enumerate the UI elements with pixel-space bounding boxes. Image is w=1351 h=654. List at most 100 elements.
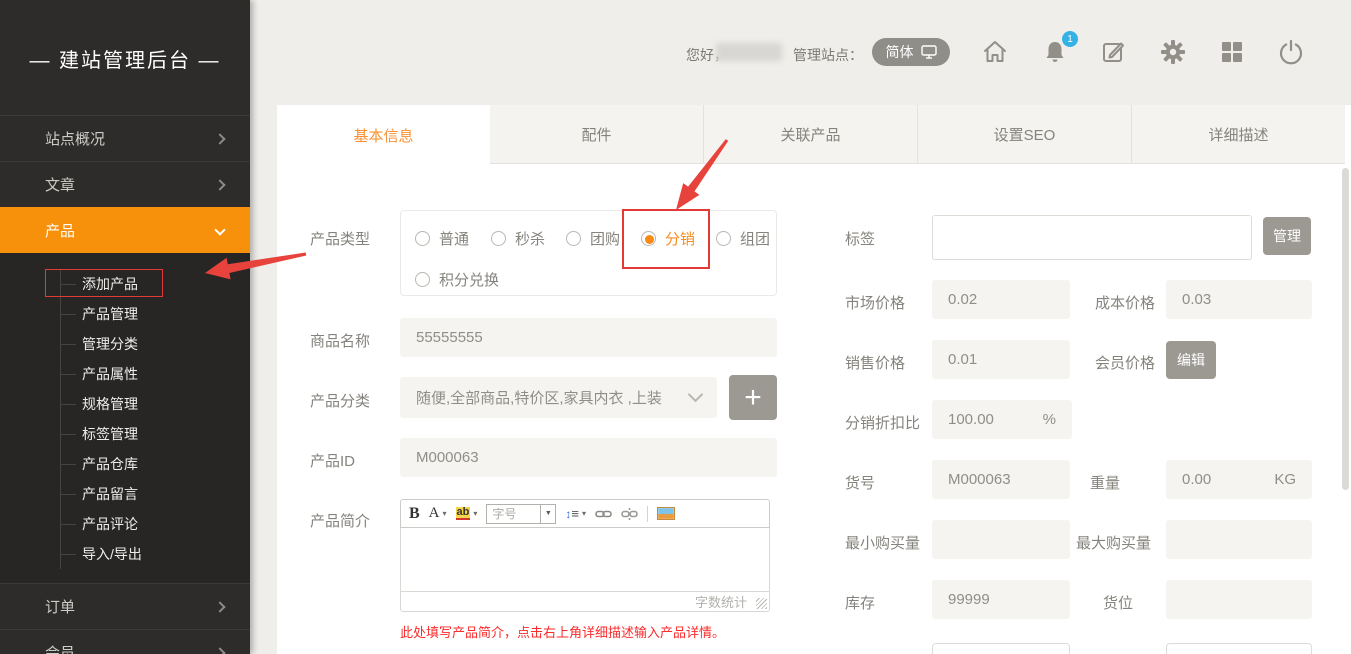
- home-icon[interactable]: [979, 36, 1011, 68]
- submenu-item-product-manage[interactable]: 产品管理: [60, 299, 240, 329]
- caret-down-icon: ▾: [443, 509, 447, 518]
- radio-team-buy[interactable]: 组团: [716, 228, 770, 249]
- market-price-input[interactable]: [932, 280, 1070, 319]
- highlight-glyph: ab: [456, 507, 471, 520]
- language-site-button[interactable]: 简体: [872, 38, 950, 66]
- product-id-label: 产品ID: [310, 450, 355, 471]
- radio-label: 分销: [665, 228, 695, 249]
- shelf-location-input[interactable]: [1166, 580, 1312, 619]
- apps-grid-icon[interactable]: [1216, 36, 1248, 68]
- sidebar-item-label: 会员: [45, 642, 75, 654]
- logout-power-icon[interactable]: [1275, 36, 1307, 68]
- resize-grip-icon[interactable]: [756, 598, 767, 609]
- radio-normal[interactable]: 普通: [415, 228, 469, 249]
- submenu-item-category-manage[interactable]: 管理分类: [60, 329, 240, 359]
- line-height-button[interactable]: ↕≡ ▾: [565, 506, 586, 521]
- submenu-item-reviews[interactable]: 产品评论: [60, 509, 240, 539]
- editor-content-area[interactable]: [400, 528, 770, 591]
- sidebar: — 建站管理后台 — 站点概况 文章 产品 添加产品 产品管理 管理分类 产品属…: [0, 0, 250, 654]
- tab-detail-description[interactable]: 详细描述: [1131, 105, 1345, 164]
- scrollbar-thumb[interactable]: [1342, 168, 1349, 490]
- radio-flash-sale[interactable]: 秒杀: [491, 228, 545, 249]
- stock-input[interactable]: [932, 580, 1070, 619]
- sale-price-input[interactable]: [932, 340, 1070, 379]
- category-selected-value: 随便,全部商品,特价区,家具内衣 ,上装: [416, 387, 662, 408]
- tab-related-products[interactable]: 关联产品: [703, 105, 917, 164]
- submenu-item-spec-manage[interactable]: 规格管理: [60, 389, 240, 419]
- highlight-button[interactable]: ab ▾: [456, 507, 478, 520]
- weight-value: 0.00: [1182, 471, 1211, 488]
- partial-input-right[interactable]: [1166, 643, 1312, 654]
- item-number-label: 货号: [845, 472, 875, 493]
- app-title: — 建站管理后台 —: [0, 44, 250, 73]
- sidebar-item-site-overview[interactable]: 站点概况: [0, 115, 250, 161]
- product-category-label: 产品分类: [310, 390, 370, 411]
- font-color-button[interactable]: A ▾: [429, 505, 447, 522]
- min-purchase-input[interactable]: [932, 520, 1070, 559]
- chevron-right-icon: [214, 133, 225, 144]
- sidebar-item-label: 订单: [45, 596, 75, 617]
- max-purchase-label: 最大购买量: [1076, 532, 1151, 553]
- tag-input[interactable]: [932, 215, 1252, 260]
- submenu-item-product-attrs[interactable]: 产品属性: [60, 359, 240, 389]
- distribution-discount-input[interactable]: 100.00 %: [932, 400, 1072, 439]
- submenu-item-messages[interactable]: 产品留言: [60, 479, 240, 509]
- kg-suffix: KG: [1274, 471, 1296, 488]
- sidebar-item-label: 文章: [45, 174, 75, 195]
- sidebar-item-articles[interactable]: 文章: [0, 161, 250, 207]
- min-purchase-label: 最小购买量: [845, 532, 920, 553]
- member-price-label: 会员价格: [1095, 352, 1155, 373]
- tab-seo-settings[interactable]: 设置SEO: [917, 105, 1131, 164]
- chevron-right-icon: [214, 647, 225, 654]
- product-id-input[interactable]: [400, 438, 777, 477]
- sidebar-item-orders[interactable]: 订单: [0, 583, 250, 629]
- member-price-edit-button[interactable]: 编辑: [1166, 341, 1216, 379]
- radio-points-exchange[interactable]: 积分兑换: [415, 269, 499, 290]
- chevron-right-icon: [214, 601, 225, 612]
- sale-price-label: 销售价格: [845, 352, 905, 373]
- cost-price-input[interactable]: [1166, 280, 1312, 319]
- tab-basic-info[interactable]: 基本信息: [277, 105, 490, 165]
- font-size-combo[interactable]: 字号 ▼: [486, 504, 556, 524]
- font-color-glyph: A: [429, 505, 440, 522]
- radio-group-buy[interactable]: 团购: [566, 228, 620, 249]
- submenu-item-add-product[interactable]: 添加产品: [60, 269, 240, 299]
- percent-suffix: %: [1043, 411, 1056, 428]
- radio-circle-icon: [491, 231, 506, 246]
- product-intro-label: 产品简介: [310, 510, 370, 531]
- add-category-button[interactable]: +: [729, 375, 777, 420]
- sidebar-item-members[interactable]: 会员: [0, 629, 250, 654]
- insert-link-icon[interactable]: [595, 508, 612, 520]
- weight-input[interactable]: 0.00 KG: [1166, 460, 1312, 499]
- product-category-select[interactable]: 随便,全部商品,特价区,家具内衣 ,上装: [400, 377, 717, 418]
- sidebar-item-products[interactable]: 产品: [0, 207, 250, 253]
- edit-icon[interactable]: [1097, 36, 1129, 68]
- submenu-item-warehouse[interactable]: 产品仓库: [60, 449, 240, 479]
- monitor-icon: [921, 45, 937, 59]
- partial-input-left[interactable]: [932, 643, 1070, 654]
- tag-label: 标签: [845, 228, 875, 249]
- radio-label: 普通: [439, 228, 469, 249]
- shelf-location-label: 货位: [1103, 592, 1133, 613]
- sidebar-item-label: 站点概况: [45, 128, 105, 149]
- product-name-input[interactable]: [400, 318, 777, 357]
- radio-circle-icon: [415, 231, 430, 246]
- radio-distribution[interactable]: 分销: [641, 228, 695, 249]
- bold-button[interactable]: B: [409, 505, 420, 523]
- submenu-item-tag-manage[interactable]: 标签管理: [60, 419, 240, 449]
- product-type-label: 产品类型: [310, 228, 370, 249]
- manage-tags-button[interactable]: 管理: [1263, 217, 1311, 255]
- font-size-placeholder: 字号: [487, 505, 540, 522]
- tab-accessories[interactable]: 配件: [490, 105, 703, 164]
- intro-hint-text: 此处填写产品简介，点击右上角详细描述输入产品详情。: [400, 622, 725, 641]
- radio-circle-icon: [415, 272, 430, 287]
- item-number-input[interactable]: [932, 460, 1070, 499]
- notifications-bell-icon[interactable]: 1: [1039, 36, 1071, 68]
- market-price-label: 市场价格: [845, 292, 905, 313]
- word-count-label: 字数统计: [695, 592, 747, 611]
- settings-gear-icon[interactable]: [1157, 36, 1189, 68]
- insert-image-icon[interactable]: [657, 507, 675, 520]
- submenu-item-import-export[interactable]: 导入/导出: [60, 539, 240, 569]
- max-purchase-input[interactable]: [1166, 520, 1312, 559]
- remove-link-icon[interactable]: [621, 507, 638, 521]
